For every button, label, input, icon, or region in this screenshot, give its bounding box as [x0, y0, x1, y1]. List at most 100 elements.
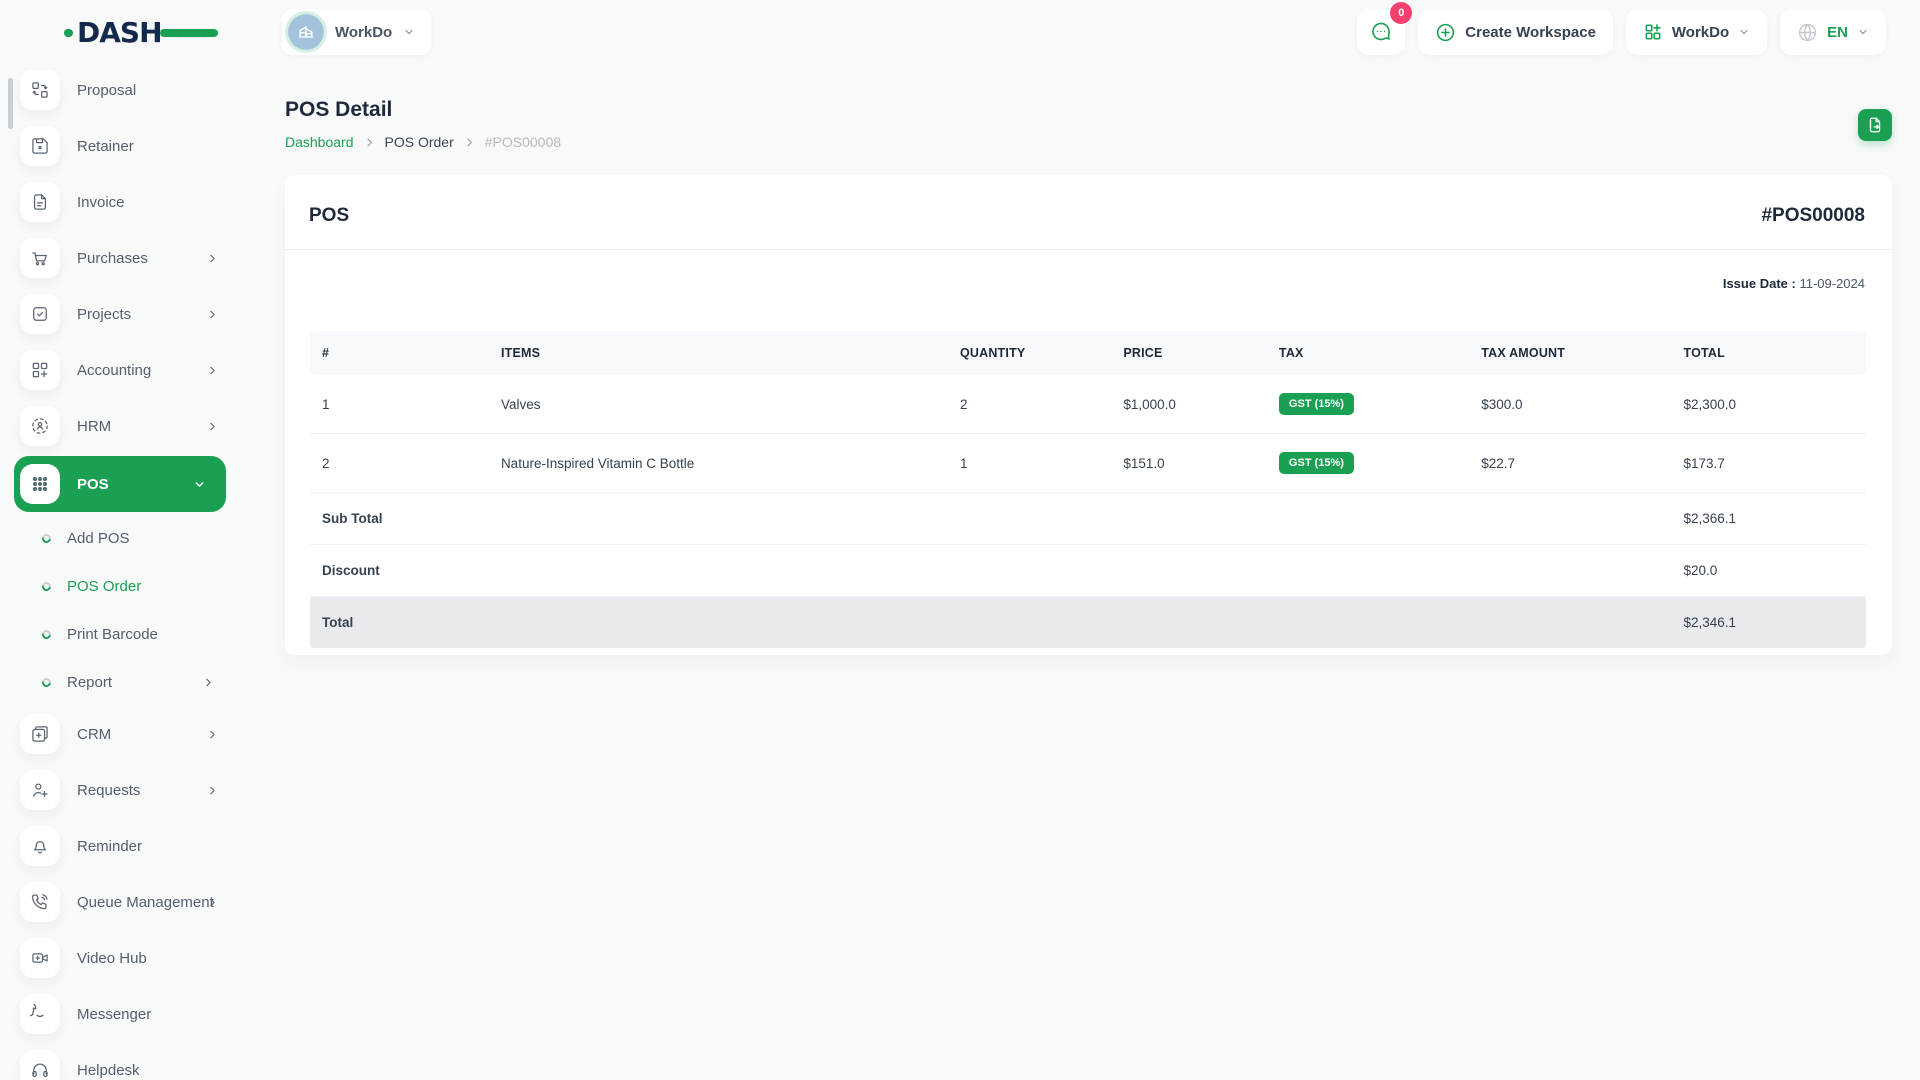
- col-total: TOTAL: [1671, 331, 1866, 375]
- proposal-icon: [20, 70, 60, 110]
- sidebar-item-label: HRM: [77, 417, 112, 435]
- sidebar-subitem-print-barcode[interactable]: Print Barcode: [0, 610, 241, 658]
- grid-plus-icon: [1645, 24, 1661, 40]
- sidebar-item-hrm[interactable]: HRM: [0, 398, 241, 454]
- sidebar-subitem-report[interactable]: Report: [0, 658, 241, 706]
- queue-management-icon: [20, 882, 60, 922]
- chevron-right-icon: [206, 678, 211, 686]
- create-workspace-button[interactable]: Create Workspace: [1418, 9, 1613, 55]
- cell-total: $173.7: [1671, 433, 1866, 493]
- sidebar-item-messenger[interactable]: Messenger: [0, 986, 241, 1042]
- chevron-right-icon: [467, 138, 472, 146]
- subitem-label: Report: [67, 673, 113, 691]
- svg-text:DASH: DASH: [77, 16, 162, 49]
- tax-badge: GST (15%): [1278, 452, 1354, 474]
- col-items: ITEMS: [488, 331, 948, 375]
- sidebar-item-queue-management[interactable]: Queue Management: [0, 874, 241, 930]
- cell-price: $151.0: [1111, 433, 1267, 493]
- sidebar-item-video-hub[interactable]: Video Hub: [0, 930, 241, 986]
- cell-qty: 2: [947, 375, 1112, 434]
- sidebar-item-purchases[interactable]: Purchases: [0, 230, 241, 286]
- sidebar-subitem-pos-order[interactable]: POS Order: [0, 562, 241, 610]
- total-value: $2,346.1: [1671, 596, 1866, 648]
- sidebar-item-retainer[interactable]: Retainer: [0, 118, 241, 174]
- breadcrumb: Dashboard POS Order #POS00008: [285, 134, 561, 150]
- accounting-icon: [20, 350, 60, 390]
- app-menu-button[interactable]: WorkDo: [1625, 9, 1768, 55]
- helpdesk-icon: [20, 1050, 60, 1080]
- sidebar-item-label: Helpdesk: [77, 1061, 140, 1079]
- card-title: POS: [309, 205, 350, 226]
- breadcrumb-dashboard-link[interactable]: Dashboard: [285, 134, 354, 150]
- export-pos-button[interactable]: [1858, 109, 1892, 141]
- discount-row: Discount $20.0: [310, 544, 1866, 597]
- sidebar-item-pos-active[interactable]: POS: [14, 456, 226, 512]
- subitem-label: Print Barcode: [67, 625, 158, 643]
- workspace-switcher[interactable]: WorkDo: [282, 9, 432, 55]
- sidebar-item-accounting[interactable]: Accounting: [0, 342, 241, 398]
- subtotal-label: Sub Total: [310, 492, 1672, 545]
- bullet-icon: [40, 627, 53, 641]
- top-header: DASH WorkDo 0 Create Workspace WorkDo EN: [0, 0, 1920, 62]
- cell-qty: 1: [947, 433, 1112, 493]
- plus-circle-icon: [1437, 23, 1455, 41]
- sidebar-item-label: Accounting: [77, 361, 152, 379]
- issue-date-label: Issue Date :: [1722, 276, 1796, 291]
- sidebar-item-helpdesk[interactable]: Helpdesk: [0, 1042, 241, 1080]
- total-row: Total $2,346.1: [310, 596, 1866, 648]
- hrm-icon: [20, 406, 60, 446]
- retainer-icon: [20, 126, 60, 166]
- sidebar-item-label: Retainer: [77, 137, 134, 155]
- table-row: 1 Valves 2 $1,000.0 GST (15%) $300.0 $2,…: [310, 375, 1866, 434]
- chat-button[interactable]: 0: [1357, 2, 1413, 55]
- col-number: #: [310, 331, 489, 375]
- chevron-right-icon: [210, 730, 215, 738]
- sidebar-item-label: Messenger: [77, 1005, 152, 1023]
- issue-date-value: 11-09-2024: [1799, 276, 1865, 291]
- discount-label: Discount: [310, 544, 1672, 597]
- tax-badge: GST (15%): [1278, 393, 1354, 415]
- sidebar-item-crm[interactable]: CRM: [0, 706, 241, 762]
- create-workspace-label: Create Workspace: [1465, 23, 1596, 41]
- sidebar-item-projects[interactable]: Projects: [0, 286, 241, 342]
- cell-price: $1,000.0: [1111, 375, 1267, 434]
- chevron-right-icon: [210, 422, 215, 430]
- chevron-right-icon: [210, 366, 215, 374]
- total-label: Total: [310, 596, 1672, 648]
- chevron-right-icon: [210, 786, 215, 794]
- sidebar-item-label: Reminder: [77, 837, 143, 855]
- chat-count-badge: 0: [1390, 2, 1413, 24]
- bullet-icon: [40, 579, 53, 593]
- cell-item: Valves: [488, 375, 948, 434]
- table-row: 2 Nature-Inspired Vitamin C Bottle 1 $15…: [310, 433, 1866, 493]
- sidebar-item-label: Queue Management: [77, 893, 214, 911]
- pos-number: #POS00008: [1761, 205, 1865, 226]
- sidebar-item-label: Projects: [77, 305, 132, 323]
- sidebar-item-proposal[interactable]: Proposal: [0, 62, 241, 118]
- pos-detail-card: POS #POS00008 Issue Date : 11-09-2024 # …: [285, 175, 1892, 655]
- messenger-icon: [20, 994, 60, 1034]
- chevron-down-icon: [1740, 29, 1748, 35]
- pos-icon: [20, 464, 60, 504]
- table-header-row: # ITEMS QUANTITY PRICE TAX TAX AMOUNT TO…: [310, 331, 1866, 375]
- sidebar-item-reminder[interactable]: Reminder: [0, 818, 241, 874]
- globe-icon: [1799, 23, 1817, 41]
- bullet-icon: [40, 531, 53, 545]
- discount-value: $20.0: [1671, 544, 1866, 597]
- cell-tax: GST (15%): [1266, 433, 1470, 493]
- requests-icon: [20, 770, 60, 810]
- language-selector[interactable]: EN: [1780, 9, 1886, 55]
- sidebar-item-label: Proposal: [77, 81, 137, 99]
- breadcrumb-pos-order-link[interactable]: POS Order: [385, 134, 454, 150]
- purchases-icon: [20, 238, 60, 278]
- app-menu-label: WorkDo: [1671, 23, 1730, 41]
- dash-logo: DASH: [64, 16, 218, 49]
- reminder-icon: [20, 826, 60, 866]
- sidebar-item-requests[interactable]: Requests: [0, 762, 241, 818]
- subitem-label: Add POS: [67, 529, 130, 547]
- sidebar-item-invoice[interactable]: Invoice: [0, 174, 241, 230]
- chevron-right-icon: [367, 138, 372, 146]
- bullet-icon: [40, 675, 53, 689]
- chevron-right-icon: [210, 898, 215, 906]
- sidebar-subitem-add-pos[interactable]: Add POS: [0, 514, 241, 562]
